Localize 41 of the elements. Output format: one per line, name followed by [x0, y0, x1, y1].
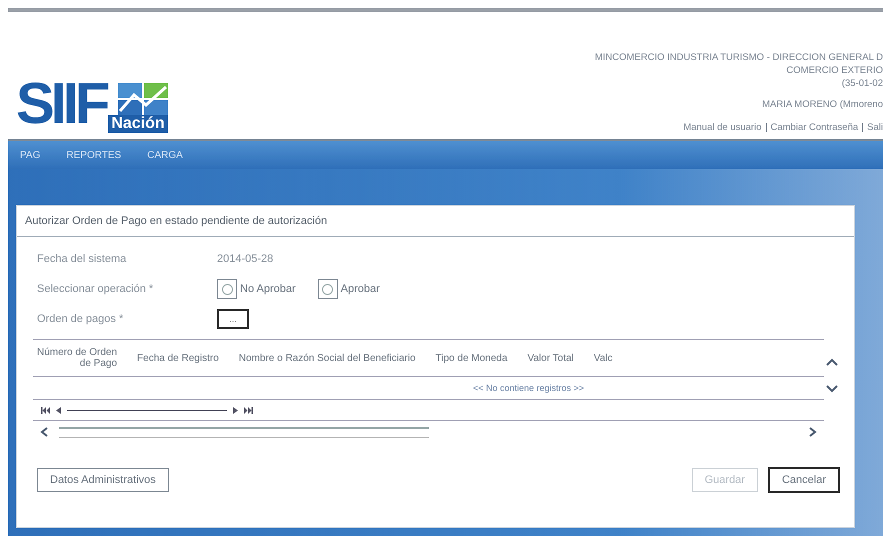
header-link[interactable]: Cambiar Contraseña [770, 122, 858, 133]
user-name: MARIA MORENO (Mmoreno [762, 99, 883, 110]
picker-button[interactable]: ... [217, 309, 249, 329]
radio-option[interactable]: Aprobar [318, 279, 380, 299]
last-page-icon[interactable] [244, 406, 253, 414]
scrollbar-track[interactable] [59, 426, 428, 438]
column-header: Tipo de Moneda [436, 352, 508, 364]
panel-title: Autorizar Orden de Pago en estado pendiente de autorización [17, 206, 854, 237]
column-header: Nombre o Razón Social del Beneficiario [238, 352, 416, 364]
menu-item[interactable]: CARGA [147, 150, 183, 160]
scroll-up-icon[interactable] [826, 357, 838, 367]
logo-text: SIIF [16, 75, 106, 133]
next-page-icon[interactable] [233, 406, 238, 414]
header-link[interactable]: Manual de usuario [683, 122, 762, 133]
radio-option[interactable]: No Aprobar [217, 279, 296, 299]
header-link[interactable]: Sali [867, 122, 883, 133]
menu-item[interactable]: REPORTES [66, 150, 122, 160]
column-header: Número de Orden de Pago [37, 347, 118, 369]
first-page-icon[interactable] [41, 406, 50, 414]
field-label: Seleccionar operación * [37, 283, 154, 295]
logo-subtext: Nación [108, 115, 168, 133]
radio-label: No Aprobar [240, 283, 296, 295]
column-header: Valc [594, 352, 612, 364]
organization-text: MINCOMERCIO INDUSTRIA TURISMO - DIRECCION GENERAL D [594, 52, 883, 63]
form-button[interactable]: Datos Administrativos [37, 468, 169, 492]
menu-item[interactable]: PAG [20, 150, 40, 160]
empty-message: << No contiene registros >> [472, 383, 584, 393]
column-header: Fecha de Registro [137, 352, 219, 364]
chart-logo-icon [118, 83, 168, 115]
form-button[interactable]: Cancelar [768, 467, 840, 493]
previous-page-icon[interactable] [56, 406, 61, 414]
organization-text: (35-01-02 [842, 78, 883, 89]
radio-icon[interactable] [222, 284, 232, 294]
column-header: Valor Total [527, 352, 574, 364]
field-label: Orden de pagos * [37, 313, 124, 325]
radio-icon[interactable] [322, 284, 334, 294]
organization-text: COMERCIO EXTERIO [786, 65, 883, 76]
radio-label: Aprobar [340, 283, 380, 295]
scroll-down-icon[interactable] [826, 383, 838, 393]
field-value: 2014-05-28 [217, 253, 274, 265]
field-label: Fecha del sistema [37, 253, 128, 265]
